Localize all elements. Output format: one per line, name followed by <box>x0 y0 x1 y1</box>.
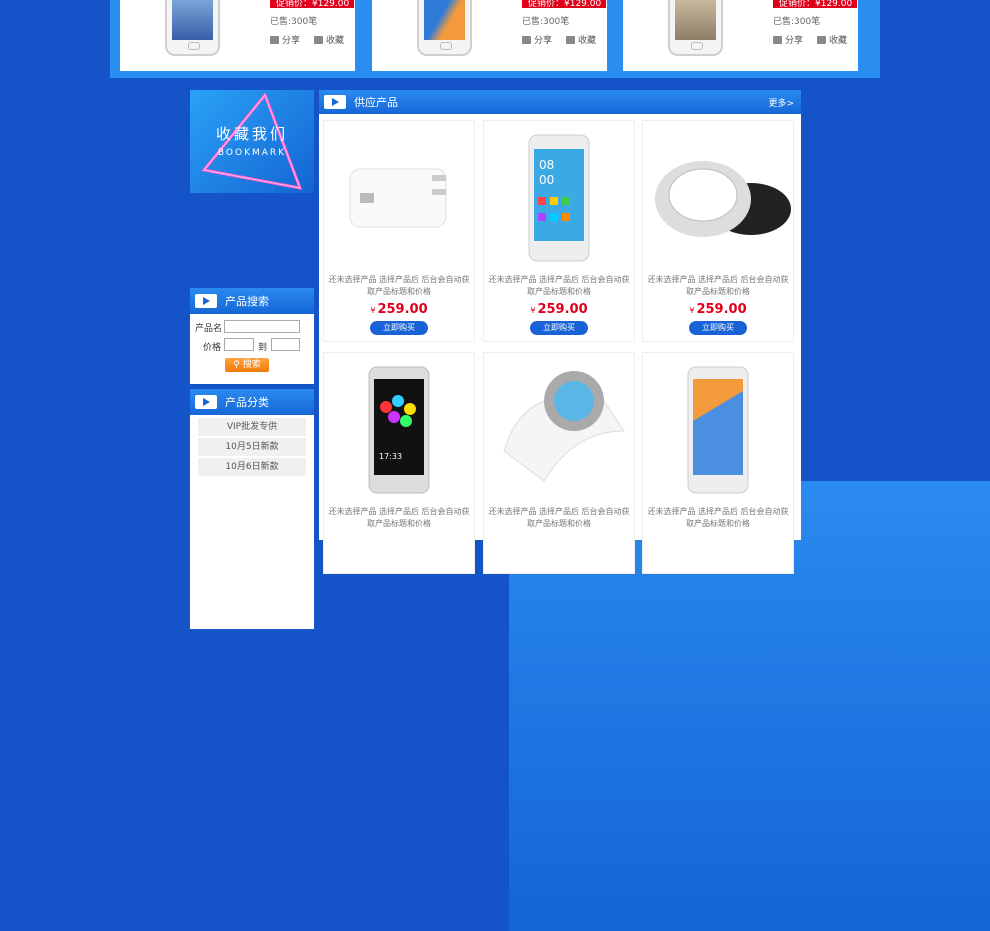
promo-price: 促销价：¥129.00 <box>270 0 354 8</box>
price-min-input[interactable] <box>224 338 254 351</box>
top-product-card[interactable]: 促销价：¥129.00 已售:300笔 分享 收藏 <box>372 0 607 71</box>
tag-icon <box>270 36 279 44</box>
product-image[interactable]: 08 00 <box>484 129 634 269</box>
panel-title: 产品分类 <box>225 396 269 409</box>
product-card[interactable]: 还未选择产品 选择产品后 后台会自动获取产品标题和价格 ¥259.00 立即购买 <box>642 120 794 342</box>
play-icon <box>195 294 217 308</box>
favorite-button[interactable]: 收藏 <box>314 33 344 46</box>
product-price: ¥259.00 <box>689 302 747 317</box>
supply-products-panel: 供应产品 更多> 还未选择产品 选择产品后 后台会自动获取产品标题和价格 ¥259… <box>319 90 801 574</box>
product-price: ¥259.00 <box>530 302 588 317</box>
phone-image <box>417 0 472 56</box>
top-product-card[interactable]: 促销价：¥129.00 已售:300笔 分享 收藏 <box>120 0 355 71</box>
buy-now-button[interactable]: 立即购买 <box>689 321 747 335</box>
product-name-label: 产品名 <box>195 324 223 334</box>
bookmark-subtitle: BOOKMARK <box>217 148 287 158</box>
price-label: 价格 <box>203 343 222 353</box>
panel-header: 供应产品 更多> <box>319 90 801 114</box>
panel-header: 产品分类 <box>190 389 314 415</box>
product-search-panel: 产品搜索 产品名 价格 到 ⚲ 搜索 <box>190 288 314 384</box>
svg-text:00: 00 <box>539 173 554 187</box>
product-card[interactable]: 08 00 还未选择产品 选择产品后 后台会自动获取产品标题和价格 ¥259.00 立即… <box>483 120 635 342</box>
category-item[interactable]: 10月5日新款 <box>198 438 306 456</box>
bookmark-banner[interactable]: 收藏我们 BOOKMARK <box>190 90 314 193</box>
share-button[interactable]: 分享 <box>270 33 300 46</box>
to-label: 到 <box>258 343 268 353</box>
category-item[interactable]: 10月6日新款 <box>198 458 306 476</box>
product-image[interactable] <box>324 129 474 269</box>
star-icon <box>314 36 324 44</box>
product-price: ¥259.00 <box>370 302 428 317</box>
product-card[interactable]: 还未选择产品 选择产品后 后台会自动获取产品标题和价格 ¥259.00 立即购买 <box>323 120 475 342</box>
panel-header: 产品搜索 <box>190 288 314 314</box>
product-category-panel: 产品分类 2013年1月份新品【岁末清仓】回馈批发2012年12月份新品2012… <box>190 389 990 931</box>
svg-text:08: 08 <box>539 158 554 172</box>
tag-icon <box>522 36 531 44</box>
promo-price: 促销价：¥129.00 <box>522 0 606 8</box>
buy-now-button[interactable]: 立即购买 <box>530 321 588 335</box>
buy-now-button[interactable]: 立即购买 <box>370 321 428 335</box>
search-icon: ⚲ <box>233 360 240 370</box>
product-description: 还未选择产品 选择产品后 后台会自动获取产品标题和价格 <box>488 507 630 528</box>
product-description: 还未选择产品 选择产品后 后台会自动获取产品标题和价格 <box>647 507 789 528</box>
product-description: 还未选择产品 选择产品后 后台会自动获取产品标题和价格 <box>328 275 470 296</box>
panel-title: 产品搜索 <box>225 295 269 308</box>
svg-text:17:33: 17:33 <box>379 452 402 461</box>
phone-image <box>165 0 220 56</box>
product-card[interactable]: 17:33 还未选择产品 选择产品后 后台会自动获取产品标题和价格 <box>323 352 475 574</box>
bookmark-title: 收藏我们 <box>215 125 288 143</box>
sold-count: 已售:300笔 <box>522 17 570 27</box>
sold-count: 已售:300笔 <box>773 17 821 27</box>
product-image[interactable] <box>484 361 634 501</box>
product-description: 还未选择产品 选择产品后 后台会自动获取产品标题和价格 <box>647 275 789 296</box>
top-product-card[interactable]: 促销价：¥129.00 已售:300笔 分享 收藏 <box>623 0 858 71</box>
top-product-strip: 促销价：¥129.00 已售:300笔 分享 收藏 促销价：¥129.00 已售… <box>110 0 880 78</box>
star-icon <box>817 36 827 44</box>
phone-image <box>668 0 723 56</box>
panel-title: 供应产品 <box>354 96 398 109</box>
share-button[interactable]: 分享 <box>773 33 803 46</box>
product-card[interactable]: 还未选择产品 选择产品后 后台会自动获取产品标题和价格 <box>642 352 794 574</box>
star-icon <box>566 36 576 44</box>
product-image[interactable] <box>643 361 793 501</box>
tag-icon <box>773 36 782 44</box>
favorite-button[interactable]: 收藏 <box>817 33 847 46</box>
promo-price: 促销价：¥129.00 <box>773 0 857 8</box>
category-list: 2013年1月份新品【岁末清仓】回馈批发2012年12月份新品2012年11月份… <box>190 415 990 931</box>
product-name-input[interactable] <box>224 320 300 333</box>
favorite-button[interactable]: 收藏 <box>566 33 596 46</box>
price-max-input[interactable] <box>271 338 300 351</box>
share-button[interactable]: 分享 <box>522 33 552 46</box>
product-image[interactable] <box>643 129 793 269</box>
play-icon <box>195 395 217 409</box>
product-description: 还未选择产品 选择产品后 后台会自动获取产品标题和价格 <box>328 507 470 528</box>
product-image[interactable]: 17:33 <box>324 361 474 501</box>
category-item[interactable]: VIP批发专供 <box>198 418 306 436</box>
more-link[interactable]: 更多> <box>768 96 794 109</box>
play-icon <box>324 95 346 109</box>
product-description: 还未选择产品 选择产品后 后台会自动获取产品标题和价格 <box>488 275 630 296</box>
sold-count: 已售:300笔 <box>270 17 318 27</box>
product-card[interactable]: 还未选择产品 选择产品后 后台会自动获取产品标题和价格 <box>483 352 635 574</box>
search-button[interactable]: ⚲ 搜索 <box>225 358 269 372</box>
